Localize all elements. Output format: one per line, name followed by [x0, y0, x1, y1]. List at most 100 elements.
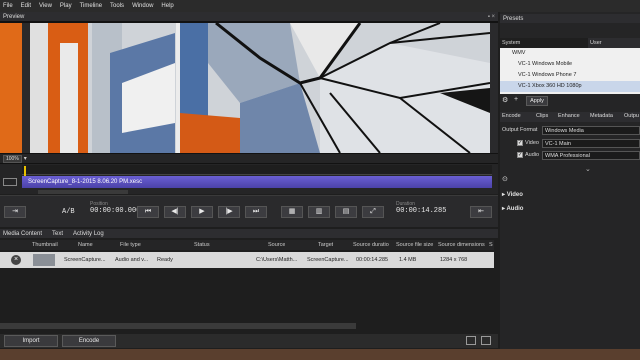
preset-item-selected[interactable]: VC-1 Xbox 360 HD 1080p [500, 81, 640, 92]
zoom-select[interactable]: 100% [3, 154, 22, 163]
video-codec-select[interactable]: VC-1 Main [542, 139, 640, 148]
preview-scrollbar[interactable] [490, 23, 498, 153]
tab-encode[interactable]: Encode [502, 113, 521, 119]
marker-icon[interactable]: ▤ [335, 206, 357, 218]
add-icon[interactable]: + [514, 96, 518, 103]
list-view-icon[interactable] [481, 336, 491, 345]
play-icon[interactable]: ▶ [191, 206, 213, 218]
expand-chevron-icon[interactable]: ⌄ [585, 165, 591, 173]
apply-button[interactable]: Apply [526, 96, 548, 106]
menu-edit[interactable]: Edit [21, 3, 31, 9]
tab-enhance[interactable]: Enhance [558, 113, 580, 119]
skip-end-icon[interactable]: ⏭ [245, 206, 267, 218]
row-file-size: 1.4 MB [399, 257, 417, 263]
row-file-type: Audio and v... [115, 257, 149, 263]
menu-view[interactable]: View [39, 3, 52, 9]
menu-help[interactable]: Help [161, 3, 173, 9]
ab-toggle[interactable]: A/B [62, 208, 75, 216]
film-icon[interactable] [3, 178, 17, 186]
tab-activity-log[interactable]: Activity Log [73, 231, 104, 237]
zoom-row: 100% ▾ [0, 154, 498, 163]
menu-window[interactable]: Window [132, 3, 153, 9]
ab-label: A/B [62, 208, 75, 216]
row-status: Ready [157, 257, 173, 263]
fullscreen-icon[interactable]: ⤢ [362, 206, 384, 218]
col-source-file-size[interactable]: Source file size [396, 242, 438, 248]
info-icon[interactable]: ⊙ [502, 175, 508, 183]
preset-item[interactable]: VC-1 Windows Phone 7 [500, 70, 640, 81]
row-name: ScreenCapture... [64, 257, 106, 263]
col-thumbnail[interactable]: Thumbnail [32, 242, 58, 248]
video-checkbox[interactable]: ✓ [517, 140, 523, 146]
col-source-dimensions[interactable]: Source dimensions [438, 242, 488, 248]
duration-value: 00:00:14.285 [396, 207, 447, 215]
grid-view-icon[interactable] [466, 336, 476, 345]
timeline-ruler[interactable] [22, 165, 492, 175]
video-label: Video [525, 140, 539, 146]
section-video-label: Video [506, 192, 523, 198]
mark-out-icon[interactable]: ⇤ [470, 206, 492, 218]
tab-metadata[interactable]: Metadata [590, 113, 613, 119]
row-source: C:\Users\Matth... [256, 257, 298, 263]
media-tabs: Media Content Text Activity Log [0, 229, 498, 238]
audio-checkbox[interactable]: ✓ [517, 152, 523, 158]
output-format-select[interactable]: Windows Media [542, 126, 640, 135]
mark-in-icon[interactable]: ⇥ [4, 206, 26, 218]
step-forward-icon[interactable]: |▶ [218, 206, 240, 218]
position-display: Position 00:00:00.000 [90, 201, 140, 215]
split-icon[interactable]: ▦ [281, 206, 303, 218]
chevron-down-icon[interactable]: ▾ [24, 155, 27, 162]
menu-tools[interactable]: Tools [110, 3, 124, 9]
col-s[interactable]: S [489, 242, 493, 248]
media-column-headers: Thumbnail Name File type Status Source T… [0, 240, 494, 250]
trim-icon[interactable]: ▥ [308, 206, 330, 218]
step-back-icon[interactable]: ◀| [164, 206, 186, 218]
position-value: 00:00:00.000 [90, 207, 141, 215]
media-hscrollbar[interactable] [0, 323, 356, 329]
encode-tabs: Encode Clips Enhance Metadata Outpu [500, 112, 640, 122]
audio-codec-select[interactable]: WMA Professional [542, 151, 640, 160]
section-audio-header[interactable]: ▸ Audio [502, 205, 523, 212]
preview-header: Preview ▪ × [0, 12, 498, 21]
preset-item[interactable]: VC-1 Windows Mobile [500, 59, 640, 70]
tab-text[interactable]: Text [52, 231, 63, 237]
table-row[interactable]: × ScreenCapture... Audio and v... Ready … [0, 252, 494, 268]
duration-display: Duration 00:00:14.285 [396, 201, 446, 215]
tab-system[interactable]: System [500, 38, 588, 48]
section-video-header[interactable]: ▸ Video [502, 191, 523, 198]
col-name[interactable]: Name [78, 242, 93, 248]
taskbar [0, 349, 640, 360]
tab-user[interactable]: User [590, 38, 602, 48]
menu-play[interactable]: Play [60, 3, 72, 9]
gear-icon[interactable]: ⚙ [502, 96, 508, 104]
preset-item[interactable]: WMV [500, 48, 640, 59]
col-file-type[interactable]: File type [120, 242, 141, 248]
video-image [0, 23, 490, 153]
section-audio-label: Audio [506, 206, 524, 212]
timeline-zoom-slider[interactable] [38, 190, 128, 194]
col-target[interactable]: Target [318, 242, 333, 248]
col-source[interactable]: Source [268, 242, 285, 248]
preset-list: WMV VC-1 Windows Mobile VC-1 Windows Pho… [500, 48, 640, 94]
import-button[interactable]: Import [4, 335, 58, 347]
remove-icon[interactable]: × [11, 255, 21, 265]
tab-clips[interactable]: Clips [536, 113, 548, 119]
preset-tabs: System User [500, 38, 640, 48]
menu-bar: File Edit View Play Timeline Tools Windo… [0, 0, 640, 12]
pin-icon[interactable]: ▪ × [488, 14, 495, 20]
menu-timeline[interactable]: Timeline [80, 3, 102, 9]
row-duration: 00:00:14.285 [356, 257, 389, 263]
row-target: ScreenCapture... [307, 257, 349, 263]
presets-header: Presets [500, 14, 640, 23]
preview-title: Preview [3, 13, 25, 20]
timeline-clip[interactable]: ScreenCapture_8-1-2015 8.06.20 PM.xesc [22, 176, 492, 188]
tab-output[interactable]: Outpu [624, 113, 639, 119]
tab-media-content[interactable]: Media Content [3, 231, 42, 237]
thumbnail-image [33, 254, 55, 266]
skip-start-icon[interactable]: ⏮ [137, 206, 159, 218]
menu-file[interactable]: File [3, 3, 13, 9]
col-status[interactable]: Status [194, 242, 210, 248]
encode-button[interactable]: Encode [62, 335, 116, 347]
col-source-duration[interactable]: Source duratio [353, 242, 395, 248]
video-frame [0, 23, 490, 153]
